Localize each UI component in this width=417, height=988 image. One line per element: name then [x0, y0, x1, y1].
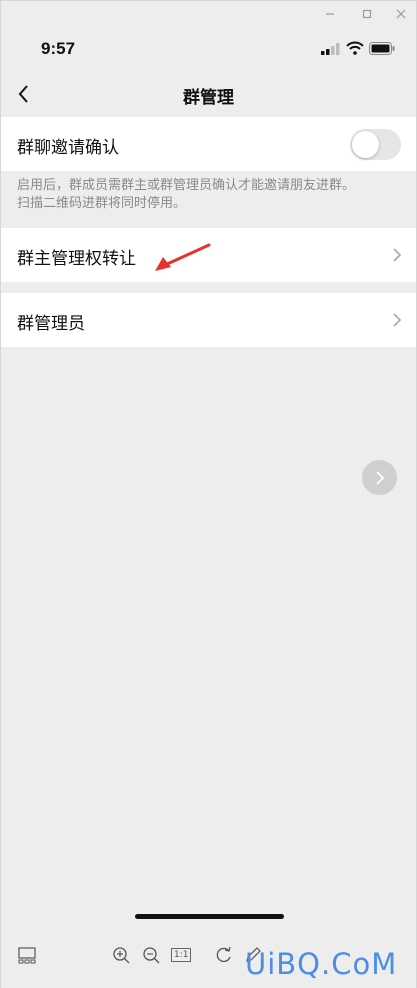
- minimize-icon[interactable]: [321, 5, 339, 23]
- status-bar: 9:57: [1, 27, 416, 71]
- invite-confirm-description: 启用后，群成员需群主或群管理员确认才能邀请朋友进群。 扫描二维码进群将同时停用。: [17, 177, 407, 213]
- invite-confirm-row: 群聊邀请确认: [1, 117, 416, 171]
- admins-label: 群管理员: [17, 314, 85, 334]
- transfer-owner-label: 群主管理权转让: [17, 249, 136, 269]
- watermark-logo: UiBQ.CoM: [245, 947, 398, 981]
- invite-confirm-toggle[interactable]: [350, 129, 401, 160]
- description-line: 扫描二维码进群将同时停用。: [17, 196, 187, 211]
- page-title: 群管理: [183, 88, 234, 108]
- chevron-right-icon: [376, 471, 385, 485]
- navigation-bar: 群管理: [1, 71, 416, 117]
- invite-confirm-label: 群聊邀请确认: [17, 138, 119, 158]
- maximize-icon[interactable]: [358, 5, 376, 23]
- admins-row[interactable]: 群管理员: [1, 293, 416, 347]
- actual-size-button[interactable]: 1:1: [171, 948, 192, 962]
- next-image-button[interactable]: [362, 460, 397, 495]
- zoom-out-icon[interactable]: [141, 945, 161, 965]
- home-indicator: [135, 914, 284, 919]
- app-window: 9:57 群管理 群聊邀请确认 启用后，群成员需群主或群管理员确认才能邀请朋友进…: [0, 0, 417, 988]
- wifi-icon: [346, 41, 364, 55]
- status-time: 9:57: [41, 39, 76, 58]
- chevron-right-icon: [393, 248, 402, 262]
- chevron-right-icon: [393, 313, 402, 327]
- battery-icon: [369, 42, 395, 55]
- annotation-arrow: [155, 243, 211, 271]
- window-chrome: [1, 1, 416, 27]
- thumbnail-view-icon[interactable]: [17, 945, 37, 965]
- cellular-signal-icon: [321, 43, 340, 55]
- toggle-knob: [352, 131, 379, 158]
- close-icon[interactable]: [392, 5, 410, 23]
- rotate-icon[interactable]: [214, 945, 234, 965]
- description-line: 启用后，群成员需群主或群管理员确认才能邀请朋友进群。: [17, 178, 356, 193]
- zoom-in-icon[interactable]: [111, 945, 131, 965]
